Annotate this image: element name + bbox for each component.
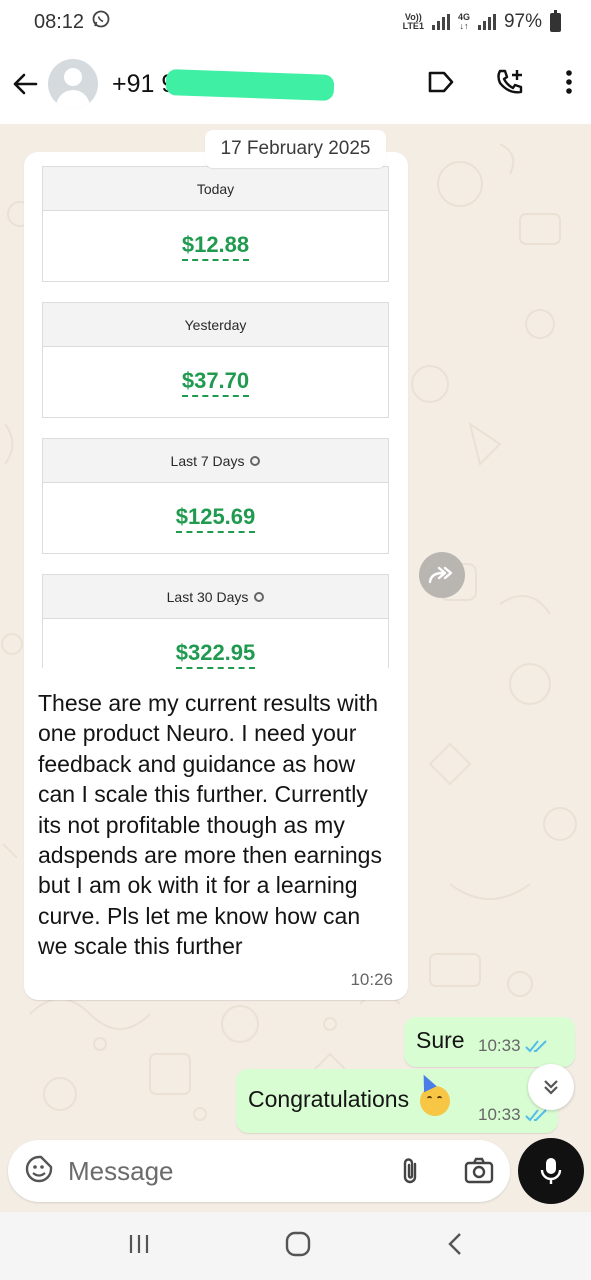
- attach-icon[interactable]: [400, 1156, 420, 1191]
- signal-icon-2: [477, 14, 496, 30]
- label-icon[interactable]: [427, 70, 455, 99]
- read-ticks-icon: [524, 1040, 547, 1053]
- avatar[interactable]: [48, 59, 98, 109]
- lte-label: LTE1: [402, 21, 424, 31]
- message-text: Sure: [416, 1027, 465, 1053]
- message-time: 10:33: [478, 1036, 521, 1055]
- stat-card-value: $12.88: [43, 211, 388, 281]
- outgoing-message[interactable]: Congratulations 10:33: [236, 1069, 558, 1133]
- mic-icon: [540, 1158, 562, 1184]
- party-hat-icon: [416, 1071, 437, 1093]
- chevron-left-icon: [448, 1232, 461, 1255]
- stat-value-text: $37.70: [181, 368, 250, 397]
- forward-button[interactable]: [419, 552, 465, 598]
- battery-percent: 97%: [503, 11, 542, 32]
- stat-card-label: Yesterday: [43, 303, 388, 347]
- double-chevron-down-icon: [544, 1080, 558, 1095]
- date-chip: 17 February 2025: [205, 130, 386, 168]
- whatsapp-icon: [92, 10, 110, 34]
- stat-card-value: $125.69: [43, 483, 388, 553]
- battery-icon: [550, 9, 561, 32]
- stat-value-text: $12.88: [181, 232, 250, 261]
- chat-area[interactable]: Today $12.88 Yesterday $37.70 Last 7 Day…: [0, 124, 591, 1140]
- message-text-row: Congratulations: [248, 1071, 450, 1116]
- composer: Message: [0, 1138, 591, 1212]
- stat-label-text: Last 7 Days: [170, 452, 245, 469]
- voice-record-button[interactable]: [518, 1138, 584, 1204]
- data-indicator: 4G ↓↑: [458, 13, 470, 31]
- stat-card-label: Last 30 Days: [43, 575, 388, 619]
- header-actions: [427, 44, 573, 124]
- outgoing-message[interactable]: Sure 10:33: [404, 1017, 575, 1067]
- stat-card-value: $322.95: [43, 619, 388, 689]
- back-arrow-icon: [13, 73, 38, 95]
- message-time: 10:33: [478, 1105, 521, 1124]
- stat-card-label: Today: [43, 167, 388, 211]
- incoming-message[interactable]: Today $12.88 Yesterday $37.70 Last 7 Day…: [24, 152, 408, 1000]
- message-text: These are my current results with one pr…: [38, 690, 382, 960]
- back-button[interactable]: [2, 44, 48, 124]
- message-input[interactable]: Message: [8, 1140, 510, 1202]
- stat-value-text: $322.95: [175, 640, 256, 669]
- call-add-icon[interactable]: [495, 67, 525, 102]
- scroll-to-bottom-button[interactable]: [528, 1064, 574, 1110]
- status-time: 08:12: [34, 10, 85, 33]
- status-bar: 08:12 Vo)) LTE1 4G ↓↑ 97%: [0, 0, 591, 44]
- volte-indicator: Vo)) LTE1: [403, 13, 424, 31]
- message-time: 10:26: [350, 970, 393, 989]
- stat-card-today: Today $12.88: [42, 166, 389, 282]
- contact-name[interactable]: +91 9: [112, 68, 335, 101]
- status-right: Vo)) LTE1 4G ↓↑ 97%: [403, 9, 561, 33]
- info-icon: [254, 591, 265, 602]
- stat-value-text: $125.69: [175, 504, 256, 533]
- system-nav-bar: [0, 1212, 591, 1280]
- message-meta: 10:33: [478, 1036, 549, 1056]
- stat-label-text: Last 30 Days: [166, 588, 249, 605]
- partying-face-emoji-icon: [416, 1071, 450, 1116]
- message-placeholder: Message: [68, 1155, 174, 1186]
- read-ticks-icon: [524, 1109, 547, 1122]
- stat-card-last-7-days: Last 7 Days $125.69: [42, 438, 389, 554]
- stat-card-value: $37.70: [43, 347, 388, 417]
- stat-card-yesterday: Yesterday $37.70: [42, 302, 389, 418]
- emoji-sticker-icon[interactable]: [24, 1154, 54, 1189]
- message-text: Congratulations: [248, 1086, 410, 1113]
- chat-header: +91 9: [0, 44, 591, 124]
- stat-label-text: Yesterday: [184, 316, 247, 333]
- forward-icon: [428, 566, 453, 584]
- recent-apps-button[interactable]: [128, 1233, 150, 1260]
- stat-card-label: Last 7 Days: [43, 439, 388, 483]
- signal-icon: [431, 14, 450, 30]
- stat-label-text: Today: [196, 180, 235, 197]
- info-icon: [250, 455, 261, 466]
- message-meta: 10:33: [478, 1105, 549, 1125]
- back-nav-button[interactable]: [447, 1232, 463, 1261]
- home-button[interactable]: [285, 1231, 311, 1262]
- stat-card-last-30-days: Last 30 Days $322.95: [42, 574, 389, 669]
- data-arrows: ↓↑: [459, 21, 469, 31]
- redaction-mark: [165, 68, 335, 101]
- home-icon: [286, 1231, 311, 1256]
- recent-apps-icon: [129, 1234, 148, 1253]
- camera-icon[interactable]: [464, 1157, 494, 1190]
- status-left: 08:12: [34, 10, 110, 34]
- more-icon[interactable]: [565, 69, 573, 100]
